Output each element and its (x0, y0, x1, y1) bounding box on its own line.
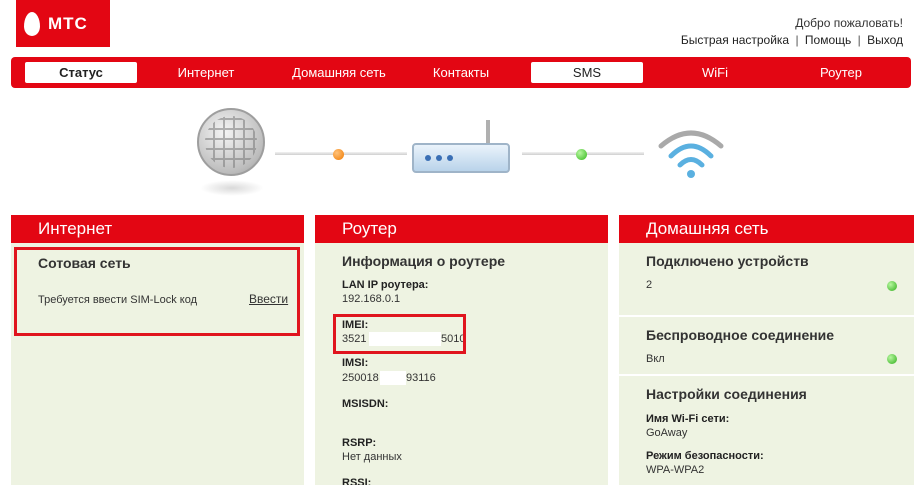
security-mode-value: WPA-WPA2 (646, 464, 705, 476)
tab-status[interactable]: Статус (25, 62, 137, 83)
logout-link[interactable]: Выход (867, 33, 903, 47)
globe-icon (197, 108, 265, 176)
highlight-box (333, 314, 466, 354)
wireless-connection-title: Беспроводное соединение (646, 327, 835, 343)
link-separator: | (857, 33, 861, 47)
welcome-text: Добро пожаловать! (795, 16, 903, 30)
link-separator: | (795, 33, 799, 47)
wireless-connection-value: Вкл (646, 353, 665, 365)
main-nav: Статус Интернет Домашняя сеть Контакты S… (11, 57, 911, 88)
router-led (425, 155, 431, 161)
home-network-panel: Домашняя сеть Подключено устройств 2 Бес… (619, 215, 914, 485)
highlight-box (14, 247, 300, 336)
connected-devices-value: 2 (646, 279, 653, 291)
panel-title: Домашняя сеть (619, 215, 914, 243)
section-divider (619, 374, 914, 376)
connection-settings-title: Настройки соединения (646, 386, 807, 402)
imsi-value-end: 93116 (406, 372, 436, 384)
wireless-status-icon (887, 354, 897, 364)
lan-ip-value: 192.168.0.1 (342, 293, 401, 305)
rssi-label: RSSI: (342, 477, 372, 485)
router-antenna (486, 120, 490, 145)
tab-home-network[interactable]: Домашняя сеть (277, 62, 401, 83)
rsrp-value: Нет данных (342, 451, 402, 463)
panel-title: Интернет (11, 215, 304, 243)
router-led (436, 155, 442, 161)
tab-sms[interactable]: SMS (531, 62, 643, 83)
router-led (447, 155, 453, 161)
security-mode-label: Режим безопасности: (646, 450, 764, 462)
top-links: Быстрая настройка | Помощь | Выход (681, 33, 903, 47)
internet-status-dot (333, 149, 344, 160)
tab-contacts[interactable]: Контакты (409, 62, 513, 83)
tab-internet[interactable]: Интернет (151, 62, 261, 83)
router-info-title: Информация о роутере (342, 253, 506, 269)
wifi-name-value: GoAway (646, 427, 688, 439)
connected-status-icon (887, 281, 897, 291)
tab-router[interactable]: Роутер (787, 62, 895, 83)
imsi-label: IMSI: (342, 357, 369, 369)
quick-setup-link[interactable]: Быстрая настройка (681, 33, 789, 47)
globe-reflection (200, 180, 264, 196)
mts-logo[interactable]: МТС (16, 0, 110, 47)
logo-text: МТС (48, 13, 88, 33)
egg-icon (24, 11, 40, 36)
tab-wifi[interactable]: WiFi (661, 62, 769, 83)
redaction-mask (380, 371, 406, 385)
help-link[interactable]: Помощь (805, 33, 851, 47)
section-divider (619, 315, 914, 317)
connected-devices-title: Подключено устройств (646, 253, 809, 269)
lan-ip-label: LAN IP роутера: (342, 279, 429, 291)
imsi-value-start: 250018 (342, 372, 379, 384)
wifi-icon (658, 130, 724, 178)
wifi-name-label: Имя Wi-Fi сети: (646, 413, 730, 425)
wifi-status-dot (576, 149, 587, 160)
msisdn-label: MSISDN: (342, 398, 389, 410)
rsrp-label: RSRP: (342, 437, 377, 449)
panel-title: Роутер (315, 215, 608, 243)
